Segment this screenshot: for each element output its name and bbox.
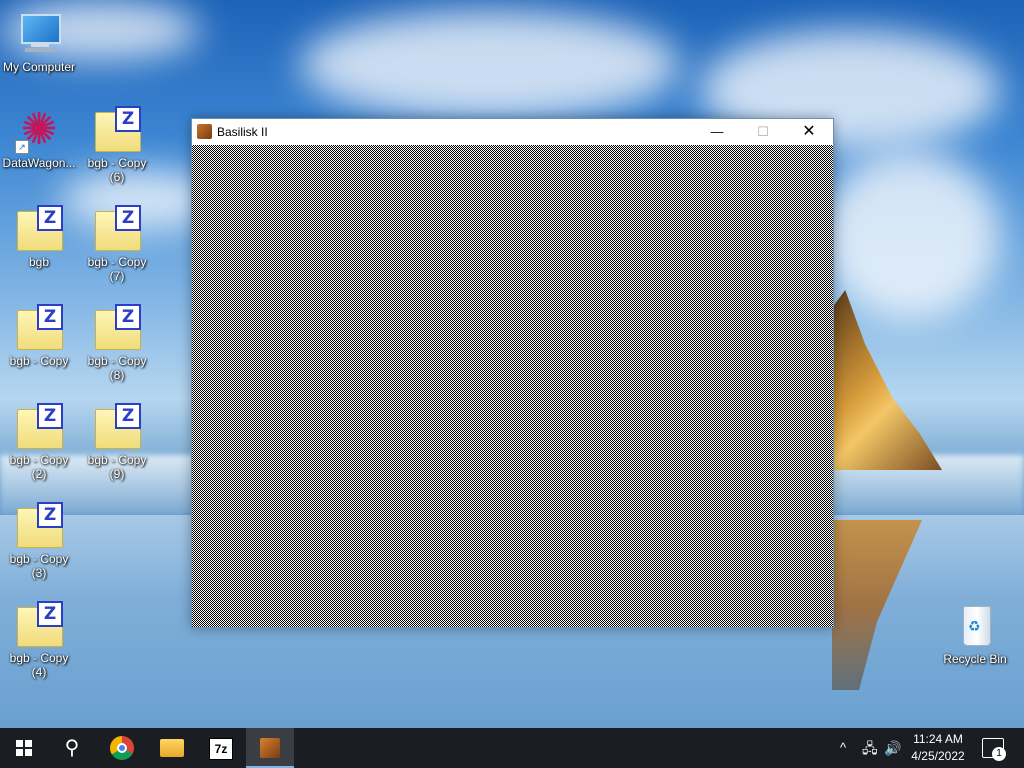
desktop-icon-label: (4) xyxy=(31,665,47,679)
start-button[interactable] xyxy=(0,728,48,768)
zfile-icon: Z xyxy=(93,304,141,352)
recycle-bin-icon: ♻ xyxy=(951,602,999,650)
desktop-icon-label: (7) xyxy=(109,269,125,283)
clock-time: 11:24 AM xyxy=(913,732,963,746)
desktop-icon-label: (3) xyxy=(31,566,47,580)
taskbar-file-explorer[interactable] xyxy=(148,728,196,768)
desktop-icon-label: bgb xyxy=(28,255,50,269)
desktop-icon-label: Recycle Bin xyxy=(943,652,1007,666)
7zip-icon: 7z xyxy=(209,738,233,760)
search-button[interactable]: ⚲ xyxy=(48,728,96,768)
desktop-icon-bgb-copy-8[interactable]: Z bgb - Copy (8) xyxy=(79,304,155,382)
notification-badge: 1 xyxy=(992,747,1006,761)
chrome-icon xyxy=(110,736,134,760)
desktop-icon-bgb[interactable]: Z bgb xyxy=(1,205,77,269)
desktop-icon-label: bgb - Copy xyxy=(87,453,147,467)
desktop-icon-bgb-copy-2[interactable]: Z bgb - Copy (2) xyxy=(1,403,77,481)
close-button[interactable]: ✕ xyxy=(786,119,832,145)
window-titlebar[interactable]: Basilisk II — ☐ ✕ xyxy=(192,119,833,145)
tray-show-hidden[interactable]: ^ xyxy=(840,728,846,768)
zfile-icon: Z xyxy=(93,106,141,154)
shortcut-arrow-icon: ↗ xyxy=(15,140,29,154)
desktop-icon-bgb-copy[interactable]: Z bgb - Copy xyxy=(1,304,77,368)
desktop-icon-label: bgb - Copy xyxy=(87,156,147,170)
emulator-screen[interactable] xyxy=(192,145,833,627)
windows-icon xyxy=(16,740,32,756)
basilisk-window[interactable]: Basilisk II — ☐ ✕ xyxy=(191,118,834,628)
desktop-icon-label: bgb - Copy xyxy=(9,354,69,368)
desktop-icon-bgb-copy-9[interactable]: Z bgb - Copy (9) xyxy=(79,403,155,481)
basilisk-icon xyxy=(260,738,280,758)
zfile-icon: Z xyxy=(15,304,63,352)
desktop-icon-label: (6) xyxy=(109,170,125,184)
window-title: Basilisk II xyxy=(217,125,268,139)
desktop-icon-bgb-copy-7[interactable]: Z bgb - Copy (7) xyxy=(79,205,155,283)
zfile-icon: Z xyxy=(15,403,63,451)
taskbar-basilisk[interactable] xyxy=(246,728,294,768)
clock[interactable]: 11:24 AM 4/25/2022 xyxy=(908,731,968,765)
taskbar: ⚲ 7z ^ 🖧 🔊 11:24 AM 4/25/2022 1 xyxy=(0,728,1024,768)
desktop-icon-label: (8) xyxy=(109,368,125,382)
network-icon[interactable]: 🖧 xyxy=(862,728,878,768)
computer-icon xyxy=(15,10,63,58)
desktop-icon-bgb-copy-6[interactable]: Z bgb - Copy (6) xyxy=(79,106,155,184)
zfile-icon: Z xyxy=(15,601,63,649)
desktop-icon-label: DataWagon... xyxy=(2,156,76,170)
minimize-button[interactable]: — xyxy=(694,119,740,145)
desktop-icon-recycle-bin[interactable]: ♻ Recycle Bin xyxy=(937,602,1013,666)
desktop-icon-label: bgb - Copy xyxy=(9,651,69,665)
taskbar-chrome[interactable] xyxy=(98,728,146,768)
taskbar-7zip[interactable]: 7z xyxy=(197,728,245,768)
basilisk-icon xyxy=(197,124,212,139)
zfile-icon: Z xyxy=(93,205,141,253)
desktop-icon-my-computer[interactable]: My Computer xyxy=(1,10,77,74)
maximize-button[interactable]: ☐ xyxy=(740,119,786,145)
zfile-icon: Z xyxy=(15,205,63,253)
desktop-icon-label: bgb - Copy xyxy=(9,552,69,566)
desktop-icon-label: bgb - Copy xyxy=(87,354,147,368)
desktop-icon-bgb-copy-3[interactable]: Z bgb - Copy (3) xyxy=(1,502,77,580)
search-icon: ⚲ xyxy=(64,737,80,759)
desktop-icon-label: (9) xyxy=(109,467,125,481)
volume-icon[interactable]: 🔊 xyxy=(884,728,901,768)
desktop-icon-bgb-copy-4[interactable]: Z bgb - Copy (4) xyxy=(1,601,77,679)
desktop-icon-label: bgb - Copy xyxy=(9,453,69,467)
datawagon-icon: ✺ ↗ xyxy=(15,106,63,154)
desktop-icon-label: bgb - Copy xyxy=(87,255,147,269)
zfile-icon: Z xyxy=(93,403,141,451)
clock-date: 4/25/2022 xyxy=(911,749,965,763)
desktop-icon-label: My Computer xyxy=(2,60,76,74)
desktop-icon-datawagon[interactable]: ✺ ↗ DataWagon... xyxy=(1,106,77,171)
file-explorer-icon xyxy=(160,739,184,757)
desktop-icon-label: (2) xyxy=(31,467,47,481)
zfile-icon: Z xyxy=(15,502,63,550)
